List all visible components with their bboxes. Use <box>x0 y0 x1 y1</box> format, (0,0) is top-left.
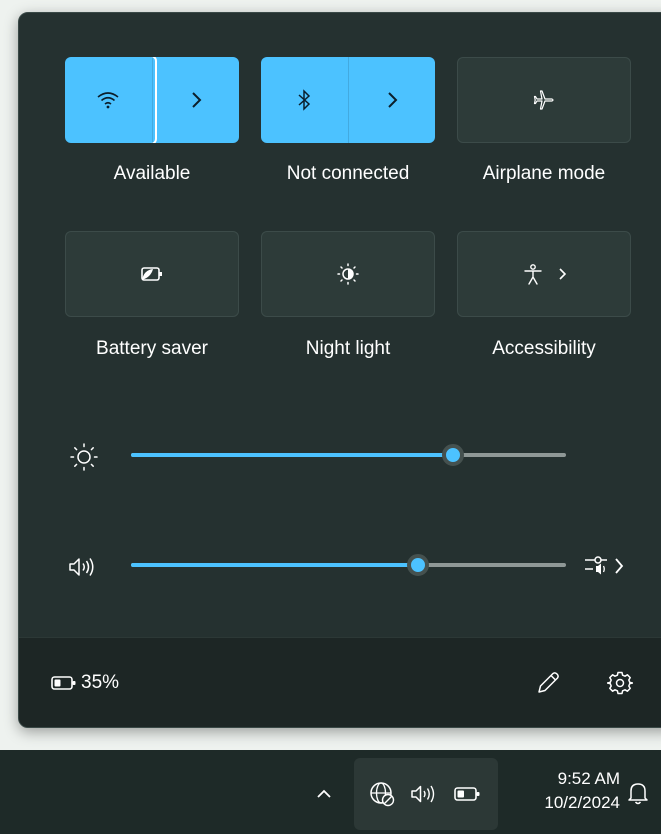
chevron-right-icon <box>385 91 399 109</box>
taskbar: 9:52 AM 10/2/2024 <box>0 750 661 834</box>
bluetooth-icon <box>296 89 312 111</box>
chevron-right-icon <box>189 91 203 109</box>
wifi-toggle-button[interactable] <box>65 57 157 143</box>
bluetooth-toggle-button[interactable] <box>261 57 348 143</box>
battery-icon <box>51 675 77 691</box>
brightness-fill <box>131 453 453 457</box>
pencil-icon <box>535 670 561 696</box>
battery-saver-icon <box>139 264 165 284</box>
airplane-mode-tile[interactable] <box>457 57 631 143</box>
bluetooth-label: Not connected <box>286 163 410 184</box>
show-hidden-icons-button[interactable] <box>308 778 340 810</box>
system-tray-group[interactable] <box>354 758 498 830</box>
quick-settings-footer: 35% <box>19 637 661 727</box>
clock-time: 9:52 AM <box>557 769 620 788</box>
battery-percentage: 35% <box>81 672 120 693</box>
edit-quick-settings-button[interactable] <box>533 668 563 698</box>
battery-saver-tile[interactable] <box>65 231 239 317</box>
accessibility-label: Accessibility <box>492 338 596 359</box>
battery-saver-label: Battery saver <box>96 338 208 359</box>
audio-mixer-icon <box>583 553 611 579</box>
bluetooth-tile <box>261 57 435 143</box>
bluetooth-expand-button[interactable] <box>347 57 436 143</box>
airplane-mode-label: Airplane mode <box>482 163 606 184</box>
chevron-right-icon <box>557 267 567 281</box>
battery-status[interactable]: 35% <box>51 671 119 695</box>
accessibility-icon <box>521 262 545 286</box>
audio-output-button[interactable] <box>583 551 635 581</box>
speaker-icon <box>410 783 440 805</box>
network-icon <box>368 780 396 808</box>
night-light-icon <box>336 262 360 286</box>
airplane-icon <box>532 88 556 112</box>
volume-thumb[interactable] <box>407 554 430 576</box>
wifi-tile <box>65 57 239 143</box>
wifi-label: Available <box>113 163 191 184</box>
night-light-tile[interactable] <box>261 231 435 317</box>
sun-icon <box>68 441 100 473</box>
settings-button[interactable] <box>605 668 635 698</box>
bell-icon[interactable] <box>626 780 650 806</box>
volume-slider[interactable] <box>131 554 566 576</box>
brightness-thumb[interactable] <box>441 444 464 466</box>
clock-date: 10/2/2024 <box>544 793 620 812</box>
speaker-icon <box>67 555 101 579</box>
volume-fill <box>131 563 419 567</box>
chevron-up-icon <box>315 788 333 800</box>
quick-settings-panel: Available Not connected Airplane mode Ba… <box>18 12 661 728</box>
gear-icon <box>607 670 633 696</box>
wifi-expand-button[interactable] <box>151 57 240 143</box>
battery-icon <box>454 786 482 802</box>
accessibility-tile[interactable] <box>457 231 631 317</box>
clock[interactable]: 9:52 AM 10/2/2024 <box>508 767 620 815</box>
chevron-right-icon <box>613 556 625 576</box>
night-light-label: Night light <box>305 338 391 359</box>
wifi-icon <box>96 90 120 110</box>
brightness-slider[interactable] <box>131 444 566 466</box>
